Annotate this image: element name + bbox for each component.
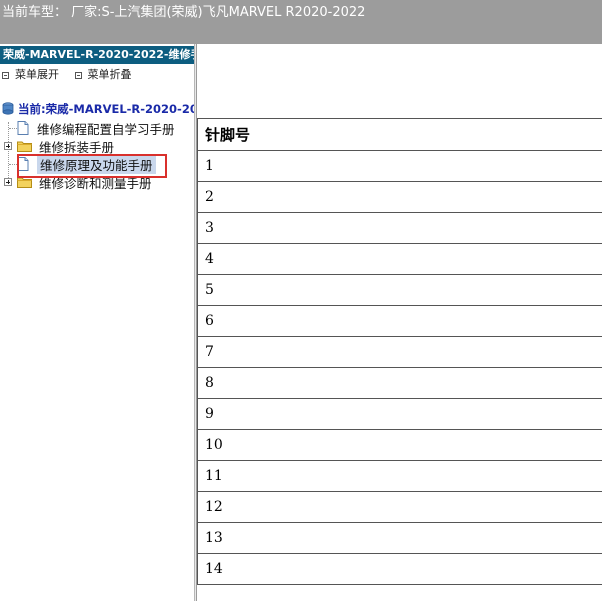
- document-icon: [17, 121, 29, 135]
- expand-menu-label: 菜单展开: [15, 68, 59, 81]
- pin-table: 针脚号 1 2 3 4 5 6 7 8 9 10 11 12 13 14: [197, 118, 602, 585]
- table-row: 11: [197, 460, 602, 492]
- table-row: 1: [197, 150, 602, 182]
- pin-cell: 9: [197, 398, 602, 430]
- table-header-row: 针脚号: [197, 118, 602, 151]
- column-header-pin: 针脚号: [197, 118, 602, 151]
- tree-item-label: 维修拆装手册: [39, 139, 115, 155]
- expand-all-icon: [2, 71, 9, 79]
- table-row: 3: [197, 212, 602, 244]
- menu-actions: 菜单展开 菜单折叠: [2, 67, 144, 83]
- content-pane: 针脚号 1 2 3 4 5 6 7 8 9 10 11 12 13 14: [197, 44, 602, 601]
- collapse-menu-label: 菜单折叠: [87, 68, 132, 81]
- tree-item-programming-manual[interactable]: 维修编程配置自学习手册: [17, 119, 175, 137]
- current-vehicle-label: 当前车型： 厂家:S-上汽集团(荣威)飞凡MARVEL R2020-2022: [2, 5, 366, 20]
- top-bar: 当前车型： 厂家:S-上汽集团(荣威)飞凡MARVEL R2020-2022: [0, 0, 602, 44]
- pin-cell: 5: [197, 274, 602, 306]
- expand-toggle-icon[interactable]: [4, 142, 12, 150]
- pin-cell: 7: [197, 336, 602, 368]
- tree-connector: [9, 128, 17, 129]
- selection-highlight-box: [17, 154, 167, 178]
- pin-cell: 3: [197, 212, 602, 244]
- pin-cell: 1: [197, 150, 602, 182]
- table-row: 8: [197, 367, 602, 399]
- manual-tree-panel: 荣威-MARVEL-R-2020-2022-维修手 菜单展开 菜单折叠 当前:荣…: [0, 44, 194, 601]
- tree-item-label: 维修编程配置自学习手册: [37, 121, 175, 137]
- panel-title: 荣威-MARVEL-R-2020-2022-维修手: [0, 46, 194, 64]
- table-row: 9: [197, 398, 602, 430]
- table-row: 10: [197, 429, 602, 461]
- tree-connector: [8, 122, 9, 184]
- pin-cell: 10: [197, 429, 602, 461]
- tree-item-disassembly-manual[interactable]: 维修拆装手册: [17, 137, 114, 155]
- car-database-icon: [2, 102, 14, 116]
- tree-root[interactable]: 当前:荣威-MARVEL-R-2020-2022: [2, 101, 194, 117]
- tree-root-label: 当前:荣威-MARVEL-R-2020-2022: [18, 102, 194, 116]
- table-row: 12: [197, 491, 602, 523]
- folder-icon: [17, 140, 32, 152]
- pin-cell: 12: [197, 491, 602, 523]
- tree-connector: [9, 164, 17, 165]
- pin-cell: 4: [197, 243, 602, 275]
- collapse-all-icon: [74, 71, 82, 79]
- table-row: 6: [197, 305, 602, 337]
- table-row: 7: [197, 336, 602, 368]
- pin-cell: 8: [197, 367, 602, 399]
- pin-cell: 13: [197, 522, 602, 554]
- expand-toggle-icon[interactable]: [4, 178, 12, 186]
- pin-cell: 14: [197, 553, 602, 585]
- table-row: 14: [197, 553, 602, 585]
- expand-menu-button[interactable]: 菜单展开: [2, 67, 59, 83]
- pin-cell: 2: [197, 181, 602, 213]
- collapse-menu-button[interactable]: 菜单折叠: [74, 67, 132, 83]
- table-row: 4: [197, 243, 602, 275]
- table-row: 13: [197, 522, 602, 554]
- table-row: 5: [197, 274, 602, 306]
- table-row: 2: [197, 181, 602, 213]
- pin-cell: 11: [197, 460, 602, 492]
- pin-cell: 6: [197, 305, 602, 337]
